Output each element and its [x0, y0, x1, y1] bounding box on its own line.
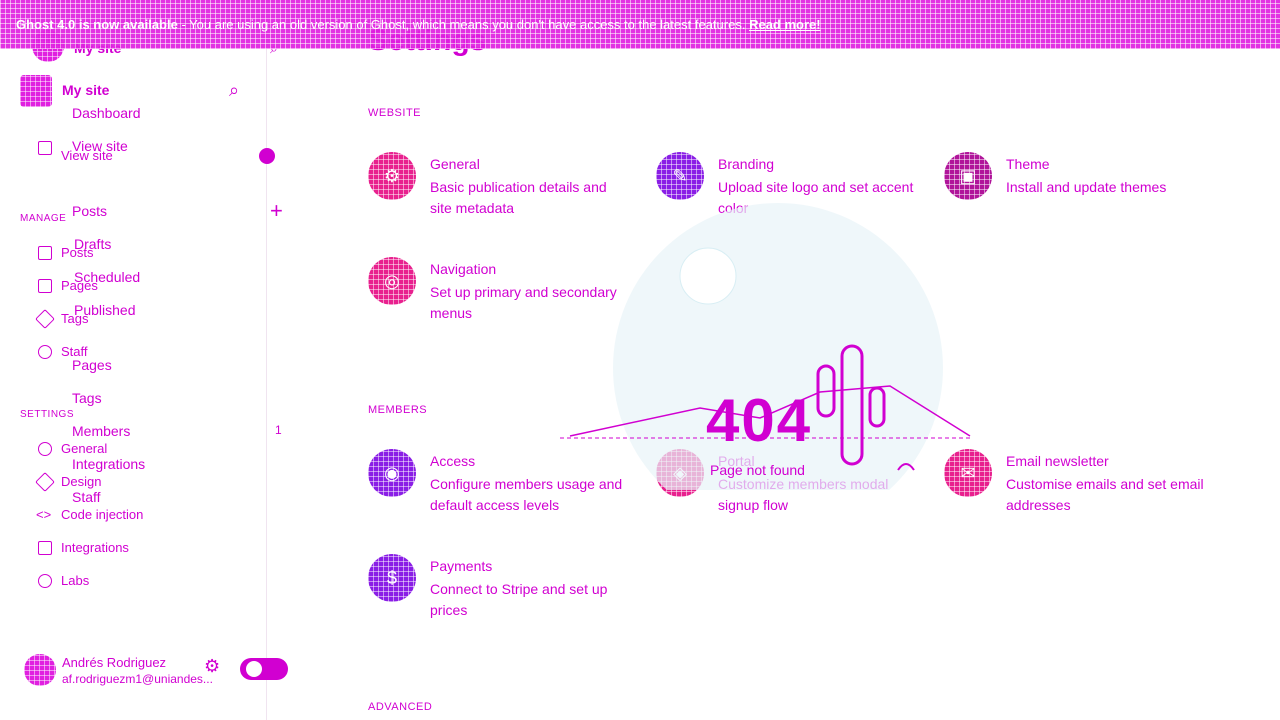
card-desc: Install and update themes: [1006, 179, 1167, 195]
card-desc: Set up primary and secondary menus: [430, 284, 617, 321]
nav-members[interactable]: Members: [72, 423, 130, 439]
card-desc: Customize members modal signup flow: [718, 476, 889, 513]
nav-integrations[interactable]: Integrations: [61, 540, 129, 555]
site-logo: [20, 75, 52, 107]
desert-cactus-illustration: [560, 203, 971, 533]
nav-pages[interactable]: Pages: [61, 278, 98, 293]
integrations-icon: [38, 541, 52, 555]
update-banner: Ghost 4.0 is now available - You are usi…: [0, 0, 1280, 49]
nav-posts[interactable]: Posts: [61, 245, 94, 260]
tags-icon: [35, 309, 55, 329]
banner-read-more-link[interactable]: Read more!: [749, 17, 821, 32]
section-members: MEMBERS: [368, 404, 428, 416]
nav-view-site[interactable]: View site: [61, 148, 113, 163]
nav-code-injection[interactable]: Code injection: [61, 507, 143, 522]
theme-icon: ▣: [944, 152, 992, 200]
nav-tags[interactable]: Tags: [61, 311, 88, 326]
nav-tags-alt[interactable]: Tags: [72, 390, 102, 406]
nav-staff-alt[interactable]: Staff: [72, 489, 101, 505]
nav-integrations-alt[interactable]: Integrations: [72, 456, 145, 472]
site-name[interactable]: My site: [62, 82, 109, 98]
user-name[interactable]: Andrés Rodriguez: [62, 655, 166, 670]
members-count: 1: [275, 423, 282, 437]
card-title: Payments: [430, 558, 493, 574]
banner-title: Ghost 4.0 is now available: [16, 17, 178, 32]
access-icon: ◉: [368, 449, 416, 497]
manage-label: MANAGE: [20, 213, 67, 224]
card-desc: Customise emails and set email addresses: [1006, 476, 1204, 513]
settings-label: SETTINGS: [20, 409, 75, 420]
not-found-overlay: 404 Page not found: [560, 200, 980, 533]
posts-icon: [38, 246, 52, 260]
sidebar: My site ⌕ My site ⌕ Dashboard View site …: [0, 0, 288, 720]
night-mode-toggle[interactable]: [240, 658, 288, 680]
nav-pages-alt[interactable]: Pages: [72, 357, 112, 373]
general-settings-icon: ⚙: [368, 152, 416, 200]
nav-general[interactable]: General: [61, 441, 107, 456]
card-title: Theme: [1006, 156, 1050, 172]
card-title: Portal: [718, 453, 755, 469]
banner-text: - You are using an old version of Ghost,…: [177, 17, 746, 32]
nav-labs[interactable]: Labs: [61, 573, 89, 588]
card-desc: Upload site logo and set accent color: [718, 179, 914, 216]
labs-icon: [38, 574, 52, 588]
card-title: Navigation: [430, 261, 497, 277]
search-icon[interactable]: ⌕: [229, 80, 239, 101]
card-title: Access: [430, 453, 476, 469]
status-dot: [259, 148, 275, 164]
navigation-icon: ◎: [368, 257, 416, 305]
card-title: Email newsletter: [1006, 453, 1109, 469]
error-code: 404: [706, 387, 813, 454]
design-icon: [35, 472, 55, 492]
settings-gear-icon[interactable]: ⚙: [204, 656, 220, 677]
code-icon: <>: [36, 507, 52, 522]
card-desc: Basic publication details and site metad…: [430, 179, 607, 216]
staff-icon: [38, 345, 52, 359]
portal-icon: ◈: [656, 449, 704, 497]
nav-staff[interactable]: Staff: [61, 344, 88, 359]
card-title: General: [430, 156, 480, 172]
card-title: Branding: [718, 156, 775, 172]
email-icon: ✉: [944, 449, 992, 497]
card-desc: Connect to Stripe and set up prices: [430, 581, 608, 618]
card-desc: Configure members usage and default acce…: [430, 476, 623, 513]
section-advanced: ADVANCED: [368, 701, 433, 713]
payments-icon: $: [368, 554, 416, 602]
add-post-icon[interactable]: +: [270, 198, 283, 224]
toggle-knob: [246, 661, 262, 677]
general-icon: [38, 442, 52, 456]
user-avatar[interactable]: [24, 654, 56, 686]
branding-icon: ✎: [656, 152, 704, 200]
nav-posts-alt[interactable]: Posts: [72, 203, 107, 219]
pages-icon: [38, 279, 52, 293]
nav-dashboard[interactable]: Dashboard: [72, 105, 141, 121]
section-website: WEBSITE: [368, 107, 422, 119]
nav-design[interactable]: Design: [61, 474, 101, 489]
view-site-icon: [38, 141, 52, 155]
user-email: af.rodriguezm1@uniandes...: [62, 672, 213, 686]
